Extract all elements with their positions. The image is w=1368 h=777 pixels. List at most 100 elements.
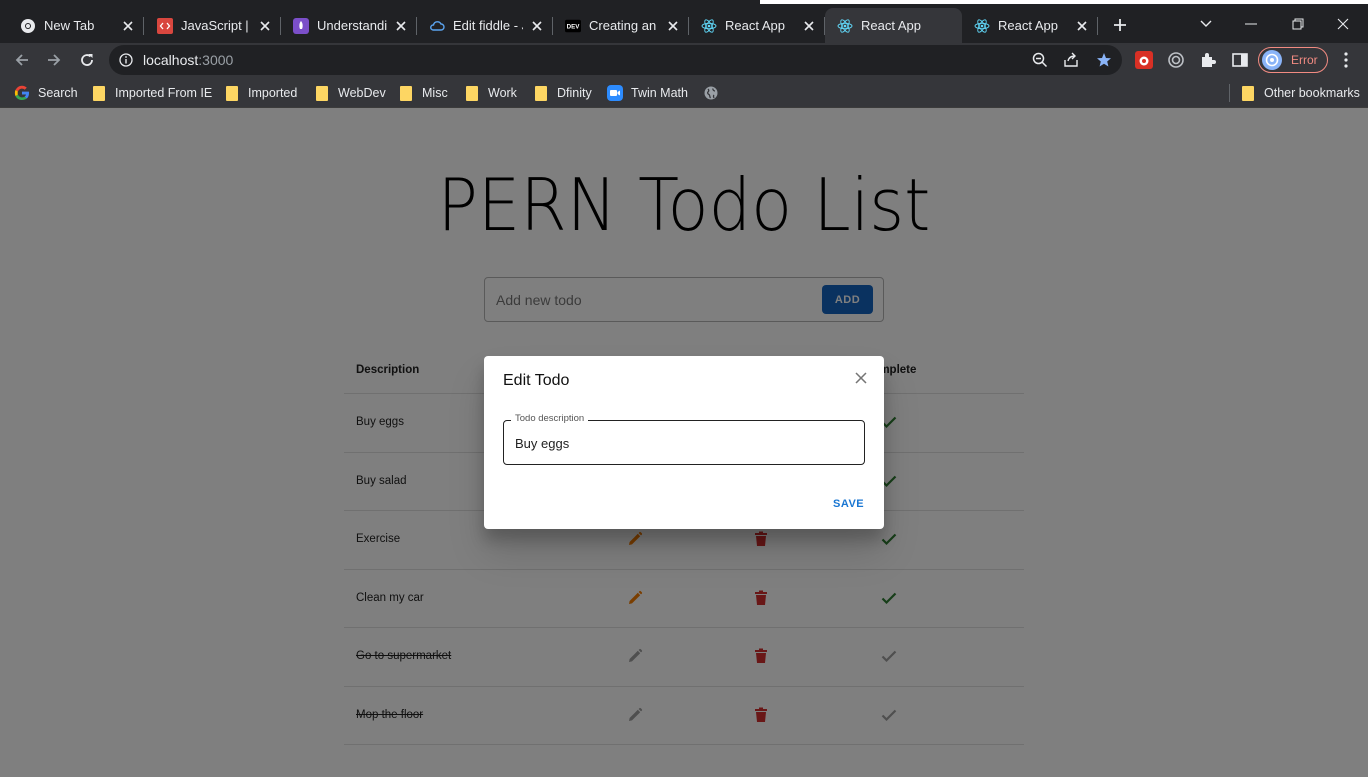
target-icon: [1168, 52, 1184, 68]
bookmark-folder[interactable]: Misc: [398, 83, 448, 103]
tab-understanding[interactable]: Understandin: [281, 8, 417, 43]
profile-button[interactable]: Error: [1258, 47, 1328, 73]
browser-toolbar: localhost:3000 Error: [0, 43, 1368, 77]
minimize-icon: [1245, 23, 1257, 25]
close-icon[interactable]: [665, 18, 681, 34]
folder-icon: [224, 85, 240, 101]
tab-title: Creating an A: [589, 18, 659, 33]
close-icon[interactable]: [529, 18, 545, 34]
close-icon[interactable]: [120, 18, 136, 34]
side-panel-button[interactable]: [1231, 51, 1249, 69]
close-icon: [1337, 18, 1349, 30]
tab-new-tab[interactable]: New Tab: [8, 8, 144, 43]
tab-title: Understandin: [317, 18, 387, 33]
rocket-icon: [293, 17, 309, 34]
bookmark-twin-math[interactable]: Twin Math: [607, 83, 688, 103]
tab-title: React App: [725, 18, 785, 33]
puzzle-icon: [1202, 53, 1216, 67]
dialog-close-button[interactable]: [853, 370, 869, 386]
tab-edit-fiddle[interactable]: Edit fiddle - JS: [417, 8, 553, 43]
tab-title: Edit fiddle - JS: [453, 18, 523, 33]
close-icon[interactable]: [801, 18, 817, 34]
bookmark-label: Misc: [422, 86, 448, 100]
plus-icon: [1114, 19, 1126, 31]
close-icon[interactable]: [257, 18, 273, 34]
zoom-button[interactable]: [1032, 52, 1048, 68]
kebab-menu-icon: [1344, 52, 1348, 68]
bookmark-label: Dfinity: [557, 86, 592, 100]
restore-button[interactable]: [1284, 12, 1312, 36]
star-icon: [1097, 53, 1111, 67]
bookmark-label: Twin Math: [631, 86, 688, 100]
tab-strip: New Tab JavaScript | C Understandin Edit…: [0, 0, 1368, 43]
folder-icon: [1240, 85, 1256, 101]
tab-javascript[interactable]: JavaScript | C: [145, 8, 281, 43]
close-window-button[interactable]: [1329, 12, 1357, 36]
todo-description-input[interactable]: [515, 433, 845, 453]
bookmark-label: Search: [38, 86, 78, 100]
share-icon: [1064, 52, 1078, 67]
dev-badge-text: DEV: [567, 23, 581, 30]
new-tab-button[interactable]: [1106, 13, 1134, 37]
bookmark-folder[interactable]: Work: [464, 83, 517, 103]
page-viewport: PERN Todo List ADD Description Complete …: [0, 108, 1368, 777]
avatar: [1262, 50, 1282, 70]
edit-todo-dialog: Edit Todo Todo description SAVE: [484, 356, 884, 529]
tab-creating[interactable]: DEV Creating an A: [553, 8, 689, 43]
react-icon: [974, 18, 990, 34]
bookmark-label: Other bookmarks: [1264, 86, 1360, 100]
bookmark-folder[interactable]: Imported: [224, 83, 297, 103]
cloud-icon: [429, 18, 445, 34]
tab-react-app-3[interactable]: React App: [962, 8, 1098, 43]
url-text: localhost:3000: [143, 52, 233, 68]
reload-icon: [81, 54, 93, 66]
tab-title: JavaScript | C: [181, 18, 251, 33]
tab-search-button[interactable]: [1192, 12, 1220, 36]
address-bar[interactable]: localhost:3000: [109, 45, 1122, 75]
folder-icon: [398, 85, 414, 101]
bookmark-star-button[interactable]: [1096, 52, 1112, 68]
arrow-left-icon: [15, 54, 28, 66]
minimize-button[interactable]: [1237, 12, 1265, 36]
reload-button[interactable]: [73, 46, 101, 74]
url-host: localhost: [143, 52, 199, 68]
desktop-edge: [760, 0, 1368, 4]
tab-separator: [143, 17, 144, 35]
dialog-title: Edit Todo: [503, 372, 570, 389]
share-button[interactable]: [1063, 52, 1079, 68]
tab-title: New Tab: [44, 18, 95, 33]
other-bookmarks[interactable]: Other bookmarks: [1240, 83, 1360, 103]
bookmark-folder[interactable]: Imported From IE: [91, 83, 212, 103]
folder-icon: [464, 85, 480, 101]
bookmark-search[interactable]: Search: [14, 83, 78, 103]
bookmark-label: Work: [488, 86, 517, 100]
folder-icon: [91, 85, 107, 101]
tab-react-app-active[interactable]: React App: [825, 8, 962, 43]
chevron-down-icon: [1200, 20, 1212, 27]
extension-button[interactable]: [1167, 51, 1185, 69]
extensions-button[interactable]: [1199, 51, 1217, 69]
bookmarks-divider: [1229, 84, 1230, 102]
profile-status-label: Error: [1291, 53, 1318, 67]
bookmark-folder[interactable]: WebDev: [314, 83, 386, 103]
forward-button[interactable]: [40, 46, 68, 74]
close-icon[interactable]: [393, 18, 409, 34]
save-button[interactable]: SAVE: [833, 498, 864, 510]
globe-icon: [703, 85, 719, 101]
code-icon: [157, 17, 173, 34]
field-label: Todo description: [511, 413, 589, 424]
bookmark-globe[interactable]: [703, 83, 727, 103]
chrome-icon: [20, 18, 36, 34]
info-icon[interactable]: [119, 53, 133, 67]
extension-button[interactable]: [1135, 51, 1153, 69]
bookmark-label: Imported From IE: [115, 86, 213, 100]
bug-icon: [1135, 51, 1153, 69]
tab-react-app-1[interactable]: React App: [689, 8, 825, 43]
chrome-menu-button[interactable]: [1336, 50, 1356, 70]
dev-icon: DEV: [565, 18, 581, 34]
back-button[interactable]: [8, 46, 36, 74]
close-icon: [855, 372, 867, 384]
close-icon[interactable]: [1074, 18, 1090, 34]
side-panel-icon: [1232, 53, 1248, 67]
bookmark-folder[interactable]: Dfinity: [533, 83, 592, 103]
